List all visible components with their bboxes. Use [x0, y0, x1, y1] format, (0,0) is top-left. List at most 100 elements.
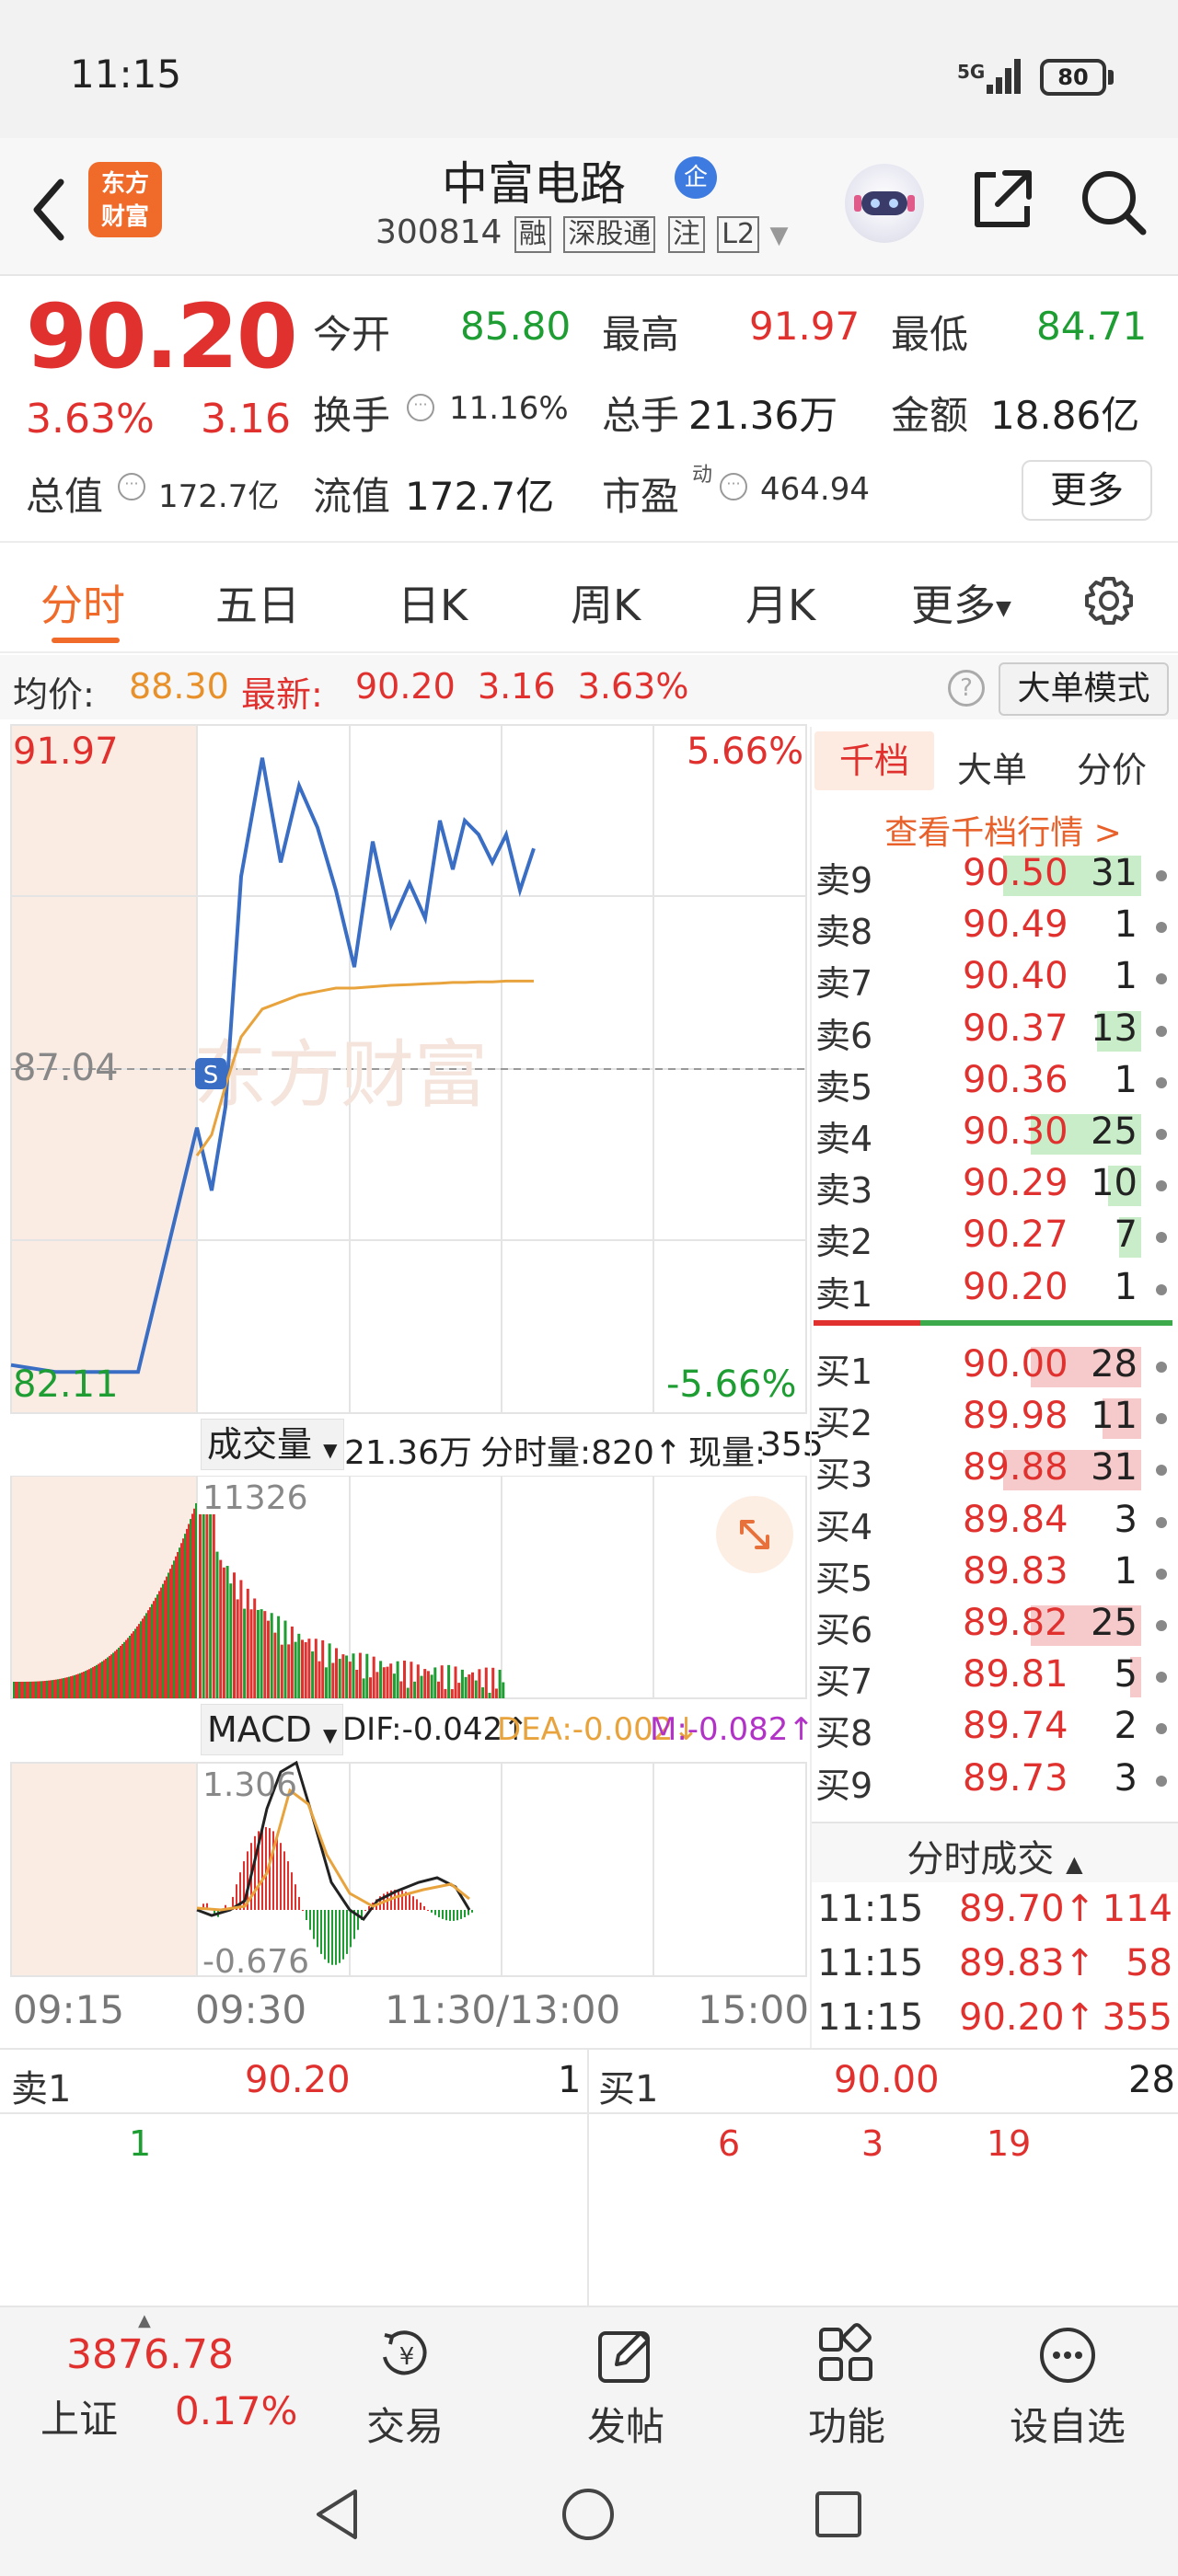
- orderbook-tab-price[interactable]: 分价: [1077, 742, 1147, 792]
- bid-row[interactable]: 买2 89.98 11: [812, 1393, 1178, 1444]
- level-qty: 3: [1114, 1498, 1138, 1541]
- ask-row[interactable]: 卖7 90.40 1: [812, 953, 1178, 1005]
- tick-price: 89.83↑: [959, 1942, 1096, 1984]
- volume-bar: [44, 1681, 46, 1698]
- system-recents-icon[interactable]: [808, 2484, 869, 2545]
- bid-row[interactable]: 买5 89.83 1: [812, 1548, 1178, 1600]
- volume-bar: [88, 1669, 90, 1698]
- more-button[interactable]: 更多: [1022, 460, 1152, 521]
- volume-bar: [184, 1534, 186, 1698]
- volume-indicator-select[interactable]: 成交量 ▼: [201, 1419, 344, 1470]
- functions-icon[interactable]: [814, 2322, 880, 2388]
- active-tab-indicator: [52, 638, 120, 643]
- latest-price: 90.20: [355, 666, 456, 707]
- ask-row[interactable]: 卖1 90.20 1: [812, 1264, 1178, 1316]
- macd-bar: [302, 1910, 304, 1911]
- volume-bar: [256, 1609, 260, 1698]
- level-dot-icon: [1156, 1672, 1167, 1684]
- bid-row[interactable]: 买4 89.84 3: [812, 1497, 1178, 1548]
- macd-indicator-select[interactable]: MACD ▼: [201, 1704, 344, 1755]
- expand-icon[interactable]: [716, 1496, 793, 1573]
- volume-bar: [17, 1681, 18, 1698]
- share-icon[interactable]: [968, 166, 1036, 234]
- nav-trade-label[interactable]: 交易: [331, 2396, 479, 2452]
- tab-weekly-k[interactable]: 周K: [571, 572, 641, 633]
- intraday-chart[interactable]: 东方财富 S: [0, 723, 810, 1978]
- volume-bar: [406, 1687, 410, 1698]
- tab-more[interactable]: 更多▼: [911, 572, 1011, 633]
- stock-name[interactable]: 中富电路: [350, 147, 718, 213]
- turnover-info-icon[interactable]: ···: [407, 394, 434, 421]
- volume-bar: [149, 1606, 151, 1698]
- pe-label: 市盈: [602, 474, 680, 519]
- volume-bar: [22, 1681, 24, 1698]
- open-value: 85.80: [460, 304, 572, 349]
- index-percent[interactable]: 0.17%: [175, 2388, 297, 2433]
- level-qty: 3: [1114, 1756, 1138, 1800]
- post-icon[interactable]: [593, 2322, 659, 2388]
- level-qty: 7: [1114, 1213, 1138, 1257]
- pe-info-icon[interactable]: ···: [720, 473, 747, 500]
- macd-pre-shade: [11, 1763, 197, 1976]
- tab-daily-k[interactable]: 日K: [398, 572, 468, 633]
- eastmoney-logo[interactable]: 东方 财富: [88, 162, 162, 237]
- bid-row[interactable]: 买9 89.73 3: [812, 1755, 1178, 1807]
- macd-bar: [427, 1910, 429, 1911]
- tab-five-day[interactable]: 五日: [215, 572, 300, 633]
- help-icon[interactable]: ?: [948, 670, 985, 707]
- bid-row[interactable]: 买8 89.74 2: [812, 1703, 1178, 1754]
- level-dot-icon: [1156, 1025, 1167, 1037]
- system-home-icon[interactable]: [558, 2484, 618, 2545]
- volume-bar: [155, 1597, 156, 1698]
- ask-row[interactable]: 卖6 90.37 13: [812, 1006, 1178, 1057]
- ask-row[interactable]: 卖4 90.30 25: [812, 1109, 1178, 1160]
- tab-monthly-k[interactable]: 月K: [745, 572, 815, 633]
- nav-watchlist-label[interactable]: 设自选: [994, 2396, 1141, 2452]
- index-expand-arrow-icon[interactable]: ▲: [138, 2311, 151, 2330]
- gear-icon[interactable]: [1082, 574, 1136, 627]
- nav-post-label[interactable]: 发帖: [552, 2396, 699, 2452]
- volume-bar: [253, 1598, 257, 1698]
- volume-bar: [75, 1674, 77, 1698]
- volume-bar: [123, 1641, 125, 1698]
- bid-row[interactable]: 买6 89.82 25: [812, 1600, 1178, 1651]
- stock-code-line[interactable]: 300814 融 深股通 注 L2 ▼: [375, 213, 789, 253]
- view-depth-link[interactable]: 查看千档行情 >: [828, 806, 1178, 854]
- volume-bar: [171, 1564, 173, 1698]
- trade-icon[interactable]: ¥: [372, 2322, 438, 2388]
- ask-row[interactable]: 卖5 90.36 1: [812, 1057, 1178, 1109]
- volume-bar: [314, 1639, 318, 1698]
- ask-row[interactable]: 卖3 90.29 10: [812, 1160, 1178, 1212]
- ask-row[interactable]: 卖9 90.50 31: [812, 850, 1178, 902]
- volume-bar: [318, 1661, 321, 1698]
- big-order-mode-button[interactable]: 大单模式: [999, 662, 1169, 716]
- assistant-robot-icon[interactable]: [845, 164, 924, 243]
- orderbook-tab-bigorder[interactable]: 大单: [957, 742, 1027, 792]
- level-dot-icon: [1156, 1283, 1167, 1295]
- minute-volume: 分时量:820↑: [480, 1434, 683, 1472]
- level-qty: 31: [1091, 852, 1138, 894]
- volume-bar: [222, 1567, 225, 1698]
- volume-bar: [297, 1633, 301, 1698]
- add-watchlist-icon[interactable]: [1034, 2322, 1101, 2388]
- volume-bar: [193, 1508, 195, 1698]
- bid-row[interactable]: 买1 90.00 28: [812, 1341, 1178, 1393]
- bid-row[interactable]: 买7 89.81 5: [812, 1651, 1178, 1703]
- ask-row[interactable]: 卖2 90.27 7: [812, 1212, 1178, 1263]
- bid-row[interactable]: 买3 89.88 31: [812, 1444, 1178, 1496]
- orderbook-tab-depth[interactable]: 千档: [814, 731, 934, 790]
- level-label: 买9: [815, 1765, 873, 1806]
- volume-bar: [160, 1587, 162, 1698]
- volume-bar: [236, 1599, 239, 1698]
- tab-intraday[interactable]: 分时: [40, 572, 125, 633]
- level-label: 买3: [815, 1455, 873, 1496]
- ask-row[interactable]: 卖8 90.49 1: [812, 902, 1178, 953]
- ticks-title[interactable]: 分时成交 ▲: [812, 1829, 1178, 1882]
- back-arrow-icon[interactable]: [28, 173, 74, 247]
- search-icon[interactable]: [1077, 166, 1150, 239]
- index-name[interactable]: 上证: [40, 2388, 118, 2444]
- system-back-icon[interactable]: [307, 2484, 368, 2545]
- index-value[interactable]: 3876.78: [66, 2331, 234, 2378]
- market-cap-info-icon[interactable]: ···: [118, 473, 145, 500]
- nav-functions-label[interactable]: 功能: [773, 2396, 920, 2452]
